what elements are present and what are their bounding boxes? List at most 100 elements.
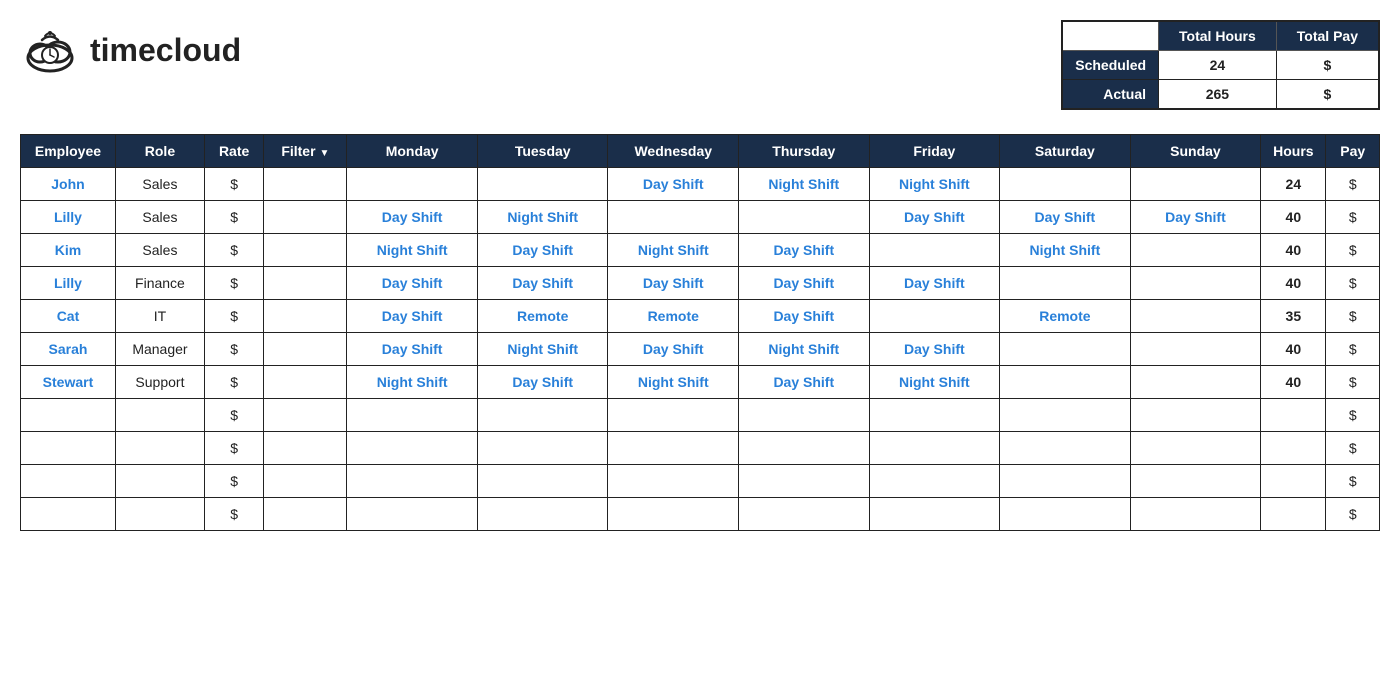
cell-saturday[interactable] [1000,399,1131,432]
cell-saturday[interactable] [1000,498,1131,531]
cell-employee[interactable] [21,432,116,465]
cell-friday[interactable]: Night Shift [869,366,1000,399]
cell-filter[interactable] [264,399,347,432]
cell-employee[interactable] [21,465,116,498]
cell-employee[interactable]: Kim [21,234,116,267]
cell-sunday[interactable] [1130,366,1261,399]
cell-thursday[interactable]: Day Shift [739,234,870,267]
cell-saturday[interactable] [1000,267,1131,300]
cell-saturday[interactable] [1000,465,1131,498]
cell-thursday[interactable]: Night Shift [739,333,870,366]
cell-filter[interactable] [264,498,347,531]
cell-friday[interactable]: Day Shift [869,333,1000,366]
cell-monday[interactable] [347,498,478,531]
cell-filter[interactable] [264,333,347,366]
cell-employee[interactable]: Sarah [21,333,116,366]
cell-friday[interactable] [869,300,1000,333]
cell-tuesday[interactable] [477,168,608,201]
cell-tuesday[interactable] [477,399,608,432]
cell-wednesday[interactable]: Day Shift [608,267,739,300]
cell-tuesday[interactable] [477,465,608,498]
cell-employee[interactable] [21,399,116,432]
cell-tuesday[interactable] [477,498,608,531]
cell-sunday[interactable] [1130,333,1261,366]
cell-tuesday[interactable] [477,432,608,465]
cell-wednesday[interactable]: Day Shift [608,333,739,366]
cell-tuesday[interactable]: Remote [477,300,608,333]
cell-thursday[interactable] [739,465,870,498]
cell-employee[interactable]: Lilly [21,201,116,234]
cell-friday[interactable] [869,432,1000,465]
cell-sunday[interactable] [1130,465,1261,498]
cell-saturday[interactable]: Night Shift [1000,234,1131,267]
cell-friday[interactable] [869,465,1000,498]
cell-thursday[interactable]: Night Shift [739,168,870,201]
cell-wednesday[interactable] [608,465,739,498]
cell-wednesday[interactable] [608,201,739,234]
cell-sunday[interactable] [1130,234,1261,267]
cell-wednesday[interactable] [608,432,739,465]
cell-tuesday[interactable]: Night Shift [477,333,608,366]
cell-thursday[interactable] [739,432,870,465]
cell-sunday[interactable] [1130,300,1261,333]
cell-monday[interactable]: Night Shift [347,366,478,399]
cell-thursday[interactable] [739,201,870,234]
cell-filter[interactable] [264,234,347,267]
cell-employee[interactable]: John [21,168,116,201]
cell-tuesday[interactable]: Night Shift [477,201,608,234]
cell-sunday[interactable] [1130,168,1261,201]
cell-wednesday[interactable]: Night Shift [608,234,739,267]
cell-tuesday[interactable]: Day Shift [477,366,608,399]
cell-filter[interactable] [264,432,347,465]
cell-sunday[interactable] [1130,498,1261,531]
cell-sunday[interactable]: Day Shift [1130,201,1261,234]
filter-dropdown-icon[interactable]: ▼ [319,148,329,159]
cell-wednesday[interactable]: Remote [608,300,739,333]
cell-monday[interactable]: Day Shift [347,300,478,333]
cell-thursday[interactable] [739,399,870,432]
cell-friday[interactable] [869,234,1000,267]
cell-saturday[interactable]: Remote [1000,300,1131,333]
cell-thursday[interactable]: Day Shift [739,366,870,399]
cell-wednesday[interactable] [608,399,739,432]
cell-employee[interactable]: Lilly [21,267,116,300]
cell-thursday[interactable] [739,498,870,531]
cell-friday[interactable]: Day Shift [869,201,1000,234]
cell-saturday[interactable] [1000,366,1131,399]
cell-employee[interactable]: Cat [21,300,116,333]
cell-filter[interactable] [264,465,347,498]
cell-filter[interactable] [264,267,347,300]
cell-monday[interactable]: Night Shift [347,234,478,267]
cell-filter[interactable] [264,366,347,399]
cell-saturday[interactable] [1000,333,1131,366]
cell-thursday[interactable]: Day Shift [739,267,870,300]
cell-filter[interactable] [264,300,347,333]
cell-saturday[interactable] [1000,168,1131,201]
cell-monday[interactable]: Day Shift [347,267,478,300]
cell-employee[interactable]: Stewart [21,366,116,399]
cell-thursday[interactable]: Day Shift [739,300,870,333]
cell-monday[interactable] [347,168,478,201]
cell-employee[interactable] [21,498,116,531]
cell-friday[interactable] [869,399,1000,432]
cell-saturday[interactable] [1000,432,1131,465]
cell-friday[interactable] [869,498,1000,531]
cell-friday[interactable]: Day Shift [869,267,1000,300]
cell-filter[interactable] [264,201,347,234]
cell-wednesday[interactable]: Day Shift [608,168,739,201]
cell-filter[interactable] [264,168,347,201]
cell-wednesday[interactable]: Night Shift [608,366,739,399]
cell-sunday[interactable] [1130,267,1261,300]
cell-monday[interactable] [347,399,478,432]
cell-monday[interactable]: Day Shift [347,333,478,366]
cell-sunday[interactable] [1130,432,1261,465]
cell-monday[interactable] [347,465,478,498]
cell-monday[interactable] [347,432,478,465]
cell-wednesday[interactable] [608,498,739,531]
cell-sunday[interactable] [1130,399,1261,432]
cell-tuesday[interactable]: Day Shift [477,267,608,300]
cell-friday[interactable]: Night Shift [869,168,1000,201]
cell-monday[interactable]: Day Shift [347,201,478,234]
cell-saturday[interactable]: Day Shift [1000,201,1131,234]
cell-tuesday[interactable]: Day Shift [477,234,608,267]
